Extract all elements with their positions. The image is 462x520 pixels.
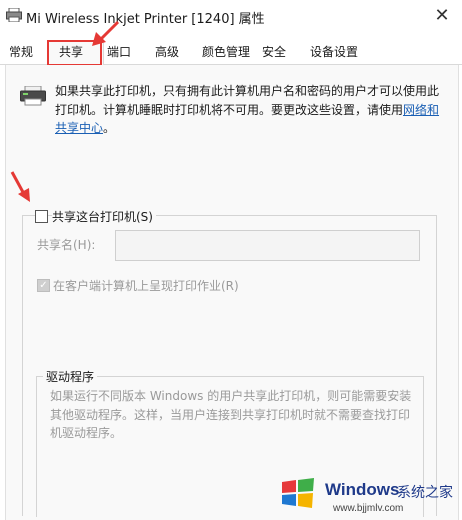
driver-description: 如果运行不同版本 Windows 的用户共享此打印机，则可能需要安装其他驱动程序… — [50, 389, 412, 440]
render-jobs-checkbox[interactable]: ✓ — [37, 279, 50, 292]
tab-color-management[interactable]: 颜色管理 — [202, 43, 250, 60]
red-arrow-icon — [92, 20, 120, 46]
watermark-site-name: 系统之家 — [397, 485, 453, 501]
printer-icon — [6, 8, 22, 22]
tab-device-settings[interactable]: 设备设置 — [310, 43, 358, 60]
description-end: 。 — [103, 121, 116, 135]
driver-group-title: 驱动程序 — [43, 368, 98, 385]
tab-security[interactable]: 安全 — [262, 43, 286, 60]
printer-icon — [20, 86, 46, 106]
sharing-description: 如果共享此打印机，只有拥有此计算机用户名和密码的用户才可以使用此打印机。计算机睡… — [55, 82, 445, 138]
render-jobs-label: 在客户端计算机上呈现打印作业(R) — [53, 279, 239, 293]
share-printer-checkbox[interactable] — [35, 210, 48, 223]
share-name-label: 共享名(H): — [37, 238, 96, 252]
share-name-input[interactable] — [115, 230, 420, 261]
window-title: Mi Wireless Inkjet Printer [1240] 属性 — [26, 12, 265, 27]
watermark-url: www.bjjmlv.com — [333, 503, 404, 514]
share-printer-label: 共享这台打印机(S) — [52, 208, 156, 225]
tab-advanced[interactable]: 高级 — [155, 43, 179, 60]
red-arrow-icon — [10, 171, 30, 202]
watermark-brand: Windows — [325, 480, 400, 499]
close-button[interactable]: ✕ — [430, 4, 454, 28]
windows-logo-icon — [282, 478, 314, 508]
description-text: 如果共享此打印机，只有拥有此计算机用户名和密码的用户才可以使用此打印机。计算机睡… — [55, 84, 440, 117]
tab-general[interactable]: 常规 — [9, 43, 33, 60]
